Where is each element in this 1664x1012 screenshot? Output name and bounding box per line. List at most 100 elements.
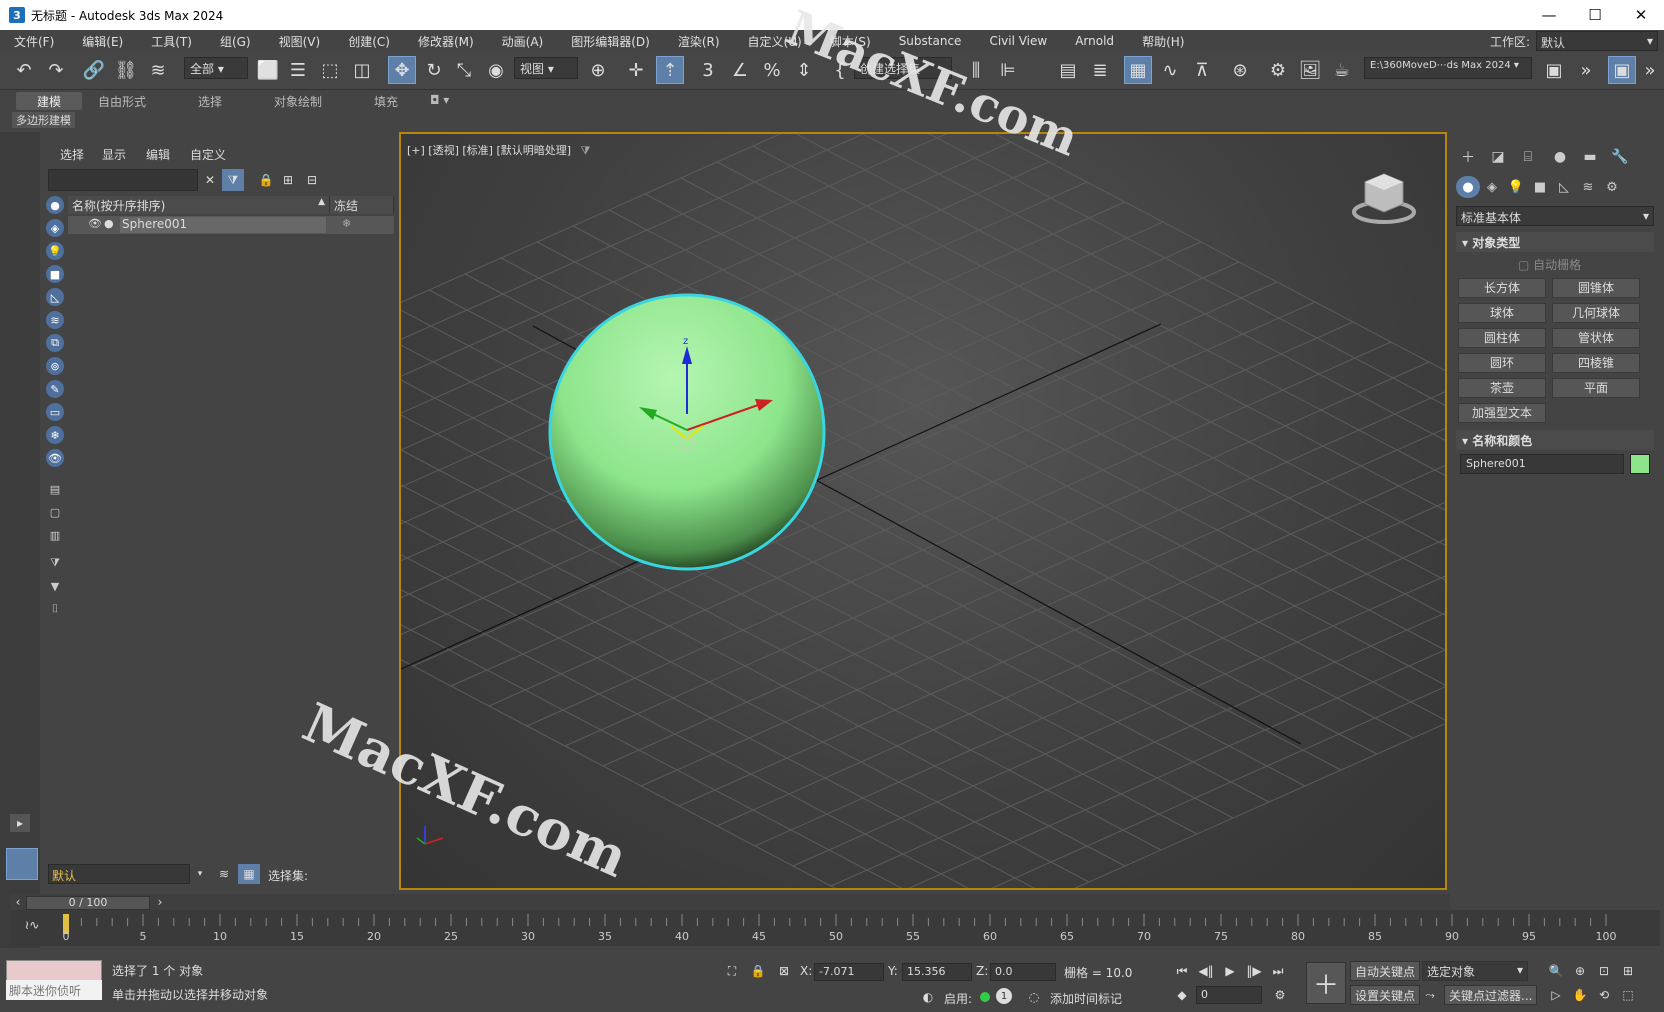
- maximize-toggle-icon[interactable]: ⬚: [1618, 986, 1638, 1004]
- column-frozen-header[interactable]: 冻结: [330, 196, 394, 214]
- key-tangent-icon[interactable]: ⤳: [1420, 986, 1440, 1004]
- key-filter-select[interactable]: 选定对象 ▾: [1422, 961, 1528, 981]
- zoom-all-icon[interactable]: ⊕: [1570, 962, 1590, 980]
- display-xrefs-icon[interactable]: ⊚: [46, 357, 64, 375]
- set-key-button[interactable]: 设置关键点: [1350, 985, 1421, 1005]
- reference-coord-select[interactable]: 视图 ▾: [514, 57, 578, 79]
- geometry-category-icon[interactable]: ●: [1456, 176, 1480, 198]
- zoom-icon[interactable]: 🔍: [1546, 962, 1566, 980]
- eye-icon[interactable]: 👁: [88, 217, 102, 230]
- display-bones-icon[interactable]: ✎: [46, 380, 64, 398]
- schematic-view-icon[interactable]: ⊼: [1188, 56, 1216, 84]
- snaps-toggle-icon[interactable]: 3: [694, 56, 722, 84]
- select-manipulate-icon[interactable]: ✛: [622, 56, 650, 84]
- rect-selection-icon[interactable]: ⬚: [316, 56, 344, 84]
- column-name-header[interactable]: 名称(按升序排序) ▲: [68, 196, 330, 214]
- next-frame-icon[interactable]: ›: [150, 894, 170, 910]
- pyramid-button[interactable]: 四棱锥: [1552, 353, 1640, 373]
- angle-snap-icon[interactable]: ∠: [726, 56, 754, 84]
- enable-status-icon[interactable]: [980, 992, 990, 1002]
- y-coord-input[interactable]: 15.356: [902, 963, 972, 981]
- display-shapes-icon[interactable]: ◈: [46, 219, 64, 237]
- curve-editor-toggle-icon[interactable]: ≀∿: [22, 916, 42, 934]
- set-keys-icon[interactable]: ＋: [1306, 962, 1346, 1004]
- time-slider[interactable]: [10, 894, 1450, 910]
- cone-button[interactable]: 圆锥体: [1552, 278, 1640, 298]
- workspace-select[interactable]: 默认 ▾: [1536, 31, 1658, 51]
- zoom-extents-icon[interactable]: ⊡: [1594, 962, 1614, 980]
- sphere-button[interactable]: 球体: [1458, 303, 1546, 323]
- x-coord-input[interactable]: -7.071: [814, 963, 884, 981]
- next-key-icon[interactable]: ‖▶: [1244, 962, 1264, 980]
- cameras-category-icon[interactable]: ■: [1528, 176, 1552, 198]
- rendered-frame-icon[interactable]: 🖼: [1296, 56, 1324, 84]
- display-tab-icon[interactable]: ▬: [1578, 146, 1602, 168]
- torus-button[interactable]: 圆环: [1458, 353, 1546, 373]
- ribbon-tab-object-paint[interactable]: 对象绘制: [264, 92, 332, 110]
- material-editor-icon[interactable]: ⊛: [1226, 56, 1254, 84]
- table-row[interactable]: 👁 ● Sphere001 ❄: [68, 216, 394, 234]
- se-menu-customize[interactable]: 自定义: [190, 146, 226, 163]
- clear-search-icon[interactable]: ✕: [200, 171, 220, 189]
- key-mode-icon[interactable]: ◆: [1172, 986, 1192, 1004]
- more-tools-icon[interactable]: »: [1572, 56, 1600, 84]
- pivot-center-icon[interactable]: ⊕: [584, 56, 612, 84]
- toggle-ribbon-icon[interactable]: ▦: [1124, 56, 1152, 84]
- display-frozen-icon[interactable]: ❄: [46, 426, 64, 444]
- key-filters-button[interactable]: 关键点过滤器...: [1444, 985, 1538, 1005]
- display-helpers-icon[interactable]: ◺: [46, 288, 64, 306]
- display-groups-icon[interactable]: ⧉: [46, 334, 64, 352]
- window-crossing-icon[interactable]: ◫: [348, 56, 376, 84]
- isolate-selection-icon[interactable]: ⛶: [722, 962, 742, 980]
- add-time-tag[interactable]: 添加时间标记: [1050, 990, 1122, 1007]
- layer-sort-icon[interactable]: ⊟: [302, 171, 322, 189]
- select-by-name-icon[interactable]: ☰: [284, 56, 312, 84]
- modify-tab-icon[interactable]: ◪: [1486, 146, 1510, 168]
- menu-item[interactable]: 修改器(M): [404, 33, 488, 50]
- toggle-layer-explorer-icon[interactable]: ≣: [1086, 56, 1114, 84]
- orbit-icon[interactable]: ⟲: [1594, 986, 1614, 1004]
- search-case-icon[interactable]: ⌷: [46, 600, 64, 618]
- teapot-button[interactable]: 茶壶: [1458, 378, 1546, 398]
- go-to-start-icon[interactable]: ⏮: [1172, 962, 1192, 980]
- display-containers-icon[interactable]: ▭: [46, 403, 64, 421]
- hierarchy-tab-icon[interactable]: ⌸: [1516, 146, 1540, 168]
- maxscript-input[interactable]: 脚本迷你侦听: [6, 980, 102, 1000]
- time-slider-thumb[interactable]: 0 / 100: [26, 896, 150, 910]
- bind-spacewarp-icon[interactable]: ≋: [144, 56, 172, 84]
- filter-toggle-icon[interactable]: ⧩: [46, 554, 64, 572]
- autogrid-checkbox[interactable]: ▢ 自动栅格: [1518, 256, 1581, 273]
- expand-arrow-icon[interactable]: ▸: [10, 814, 30, 832]
- viewport-filter-icon[interactable]: ⧩: [581, 144, 591, 157]
- ribbon-sub-label[interactable]: 多边形建模: [12, 112, 75, 128]
- select-scale-icon[interactable]: ⤡: [450, 56, 478, 84]
- menu-item[interactable]: 图形编辑器(D): [557, 33, 664, 50]
- absolute-mode-icon[interactable]: ⊠: [774, 962, 794, 980]
- previous-key-icon[interactable]: ◀‖: [1196, 962, 1216, 980]
- maximize-viewport-icon[interactable]: ▣: [1608, 56, 1636, 84]
- auto-key-button[interactable]: 自动关键点: [1350, 961, 1421, 981]
- link-icon[interactable]: 🔗: [80, 56, 108, 84]
- pan-icon[interactable]: ✋: [1570, 986, 1590, 1004]
- object-type-rollout[interactable]: ▾ 对象类型: [1456, 232, 1654, 252]
- menu-item[interactable]: 视图(V): [265, 33, 335, 50]
- display-lights-icon[interactable]: 💡: [46, 242, 64, 260]
- render-setup-icon[interactable]: ⚙: [1264, 56, 1292, 84]
- spacewarps-category-icon[interactable]: ≋: [1576, 176, 1600, 198]
- select-rotate-icon[interactable]: ↻: [420, 56, 448, 84]
- se-menu-edit[interactable]: 编辑: [146, 146, 170, 163]
- display-all-icon[interactable]: ▤: [46, 480, 64, 498]
- select-place-icon[interactable]: ◉: [482, 56, 510, 84]
- tube-button[interactable]: 管状体: [1552, 328, 1640, 348]
- viewcube-icon[interactable]: [1351, 168, 1417, 224]
- hierarchy-icon[interactable]: ⊞: [278, 171, 298, 189]
- utilities-tab-icon[interactable]: 🔧: [1608, 146, 1632, 168]
- display-invert-icon[interactable]: ▥: [46, 526, 64, 544]
- curve-editor-icon[interactable]: ∿: [1156, 56, 1184, 84]
- display-hidden-icon[interactable]: 👁: [46, 449, 64, 467]
- percent-snap-icon[interactable]: %: [758, 56, 786, 84]
- object-color-swatch[interactable]: [1630, 454, 1650, 474]
- layers-icon[interactable]: ≋: [214, 865, 234, 883]
- ribbon-tab-modeling[interactable]: 建模: [16, 92, 82, 110]
- filter-icon[interactable]: ⧩: [222, 169, 244, 191]
